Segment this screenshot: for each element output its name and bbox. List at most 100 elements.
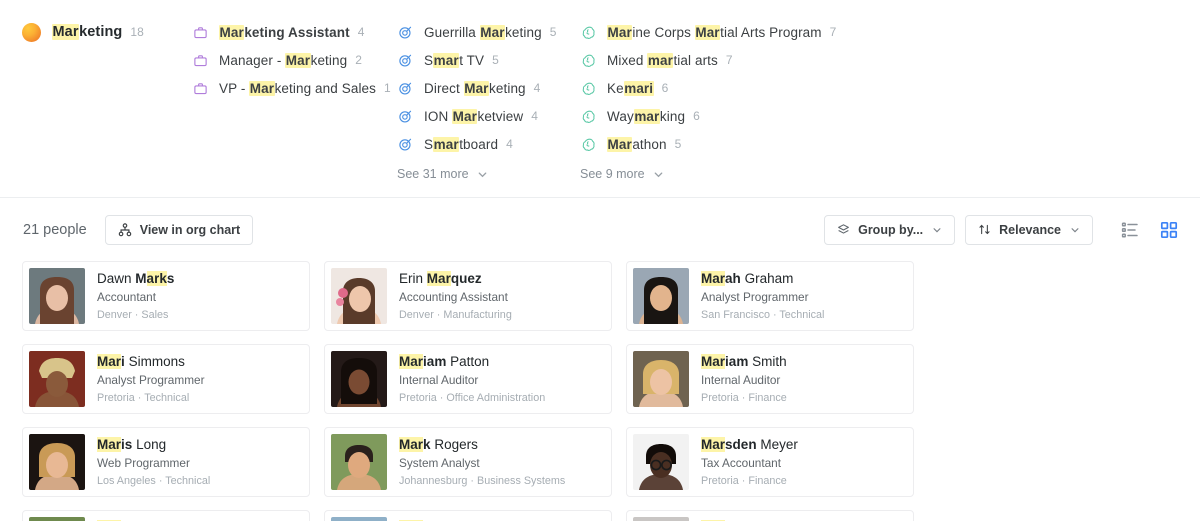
group-by-dropdown[interactable]: Group by... <box>824 214 956 245</box>
facet-root-marketing[interactable]: Marketing 18 <box>22 18 192 46</box>
person-title: Internal Auditor <box>701 373 781 387</box>
avatar <box>633 434 689 490</box>
person-card-body: Mariam Smith Internal Auditor Pretoria ·… <box>689 345 795 413</box>
facet-item-job-titles[interactable]: Marketing Assistant 4 <box>192 18 397 46</box>
view-in-org-chart-button[interactable]: View in org chart <box>104 214 254 245</box>
highlight: Mar <box>452 108 478 124</box>
facet-column-skills: Guerrilla Marketing 5 Smart TV 5 Direct Ma… <box>397 18 580 197</box>
person-name: Erin Marquez <box>399 271 482 286</box>
briefcase-icon <box>192 24 209 41</box>
highlight: Mar <box>52 24 80 40</box>
grid-view-icon[interactable] <box>1160 221 1178 239</box>
person-card[interactable]: Martena Bolton Web Programmer Atlanta · … <box>324 510 612 521</box>
person-title: Accounting Assistant <box>399 290 508 304</box>
list-view-icon[interactable] <box>1121 221 1139 239</box>
facet-item-count: 5 <box>549 25 557 39</box>
facet-item-skills[interactable]: Smartboard 4 <box>397 130 580 158</box>
facet-item-count: 1 <box>384 81 391 95</box>
facet-item-count: 2 <box>355 53 362 67</box>
facet-root-label: Marketing <box>52 24 123 40</box>
highlight: Mar <box>219 24 245 40</box>
person-card[interactable]: Dawn Marks Accountant Denver · Sales <box>22 261 310 331</box>
person-title: Internal Auditor <box>399 373 479 387</box>
facet-item-interests[interactable]: Marathon 5 <box>580 130 980 158</box>
facet-item-count: 4 <box>531 109 538 123</box>
person-card[interactable]: Mari Simmons Analyst Programmer Pretoria… <box>22 344 310 414</box>
facet-item-interests[interactable]: Kemari 6 <box>580 74 980 102</box>
facet-item-count: 6 <box>693 109 700 123</box>
org-chart-label: View in org chart <box>139 222 241 237</box>
facet-item-label: Smart TV <box>424 52 485 68</box>
person-card[interactable]: Maris Long Web Programmer Los Angeles · … <box>22 427 310 497</box>
person-location-department: Denver · Manufacturing <box>399 309 512 321</box>
facet-item-label: Manager - Marketing <box>219 52 348 68</box>
facet-item-job-titles[interactable]: VP - Marketing and Sales 1 <box>192 74 397 102</box>
person-name: Marah Graham <box>701 271 794 286</box>
target-icon <box>397 108 414 125</box>
person-card[interactable]: Mariam Smith Internal Auditor Pretoria ·… <box>626 344 914 414</box>
target-icon <box>397 136 414 153</box>
person-title: Analyst Programmer <box>97 373 205 387</box>
person-card-body: Dawn Marks Accountant Denver · Sales <box>85 262 182 330</box>
facet-item-count: 4 <box>533 81 541 95</box>
chevron-down-icon <box>477 169 488 180</box>
person-card[interactable]: Marsden Meyer Tax Accountant Pretoria · … <box>626 427 914 497</box>
person-location-department: Pretoria · Finance <box>701 475 787 487</box>
person-card[interactable]: Mark Rogers System Analyst Johannesburg … <box>324 427 612 497</box>
see-more-label: See 31 more <box>397 167 469 181</box>
person-title: Analyst Programmer <box>701 290 809 304</box>
highlight: Mar <box>463 80 490 96</box>
person-card-body: Marshall Stafford Test Analyst Denver · … <box>85 511 218 521</box>
group-by-label: Group by... <box>858 222 924 237</box>
person-card[interactable]: Marah Graham Analyst Programmer San Fran… <box>626 261 914 331</box>
avatar <box>331 434 387 490</box>
brain-icon <box>580 52 597 69</box>
brain-icon <box>580 80 597 97</box>
highlight: Mar <box>249 80 275 96</box>
person-location-department: Los Angeles · Technical <box>97 475 211 487</box>
highlight: mari <box>623 80 654 96</box>
view-toggle-group <box>1121 221 1178 239</box>
facet-item-interests[interactable]: Waymarking 6 <box>580 102 980 130</box>
facet-item-count: 4 <box>506 137 513 151</box>
person-location-department: San Francisco · Technical <box>701 309 825 321</box>
results-toolbar: 21 people View in org chart Group by... <box>0 198 1200 261</box>
avatar <box>633 268 689 324</box>
avatar <box>633 517 689 521</box>
see-more-link-skills[interactable]: See 31 more <box>397 160 580 188</box>
briefcase-icon <box>192 80 209 97</box>
see-more-link-interests[interactable]: See 9 more <box>580 160 980 188</box>
person-card[interactable]: Mariam Patton Internal Auditor Pretoria … <box>324 344 612 414</box>
person-card-body: Mark Rogers System Analyst Johannesburg … <box>387 428 573 496</box>
facet-item-count: 5 <box>492 53 499 67</box>
highlight: Mar <box>694 24 721 40</box>
facet-item-skills[interactable]: ION Marketview 4 <box>397 102 580 130</box>
person-card[interactable]: Martena Hardy Recruitment Manager San Fr… <box>626 510 914 521</box>
sort-dropdown[interactable]: Relevance <box>965 214 1093 245</box>
person-location-department: Pretoria · Finance <box>701 392 787 404</box>
person-title: Accountant <box>97 290 157 304</box>
target-icon <box>397 24 414 41</box>
facet-item-label: Marine Corps Martial Arts Program <box>607 24 822 40</box>
person-card[interactable]: Marshall Stafford Test Analyst Denver · … <box>22 510 310 521</box>
person-card-body: Mari Simmons Analyst Programmer Pretoria… <box>85 345 213 413</box>
person-location-department: Denver · Sales <box>97 309 169 321</box>
facet-item-skills[interactable]: Guerrilla Marketing 5 <box>397 18 580 46</box>
facet-item-interests[interactable]: Mixed martial arts 7 <box>580 46 980 74</box>
brain-icon <box>580 108 597 125</box>
facet-item-interests[interactable]: Marine Corps Martial Arts Program 7 <box>580 18 980 46</box>
person-card[interactable]: Erin Marquez Accounting Assistant Denver… <box>324 261 612 331</box>
facet-item-label: Waymarking <box>607 108 686 124</box>
highlight: mar <box>433 52 460 68</box>
people-results-grid: Dawn Marks Accountant Denver · Sales Eri… <box>0 261 1200 521</box>
facet-item-job-titles[interactable]: Manager - Marketing 2 <box>192 46 397 74</box>
target-icon <box>397 52 414 69</box>
facet-item-count: 7 <box>829 25 837 39</box>
avatar <box>29 434 85 490</box>
avatar <box>29 351 85 407</box>
avatar <box>331 517 387 521</box>
person-name: Mariam Patton <box>399 354 490 369</box>
see-more-label: See 9 more <box>580 167 645 181</box>
facet-item-skills[interactable]: Smart TV 5 <box>397 46 580 74</box>
facet-item-skills[interactable]: Direct Marketing 4 <box>397 74 580 102</box>
